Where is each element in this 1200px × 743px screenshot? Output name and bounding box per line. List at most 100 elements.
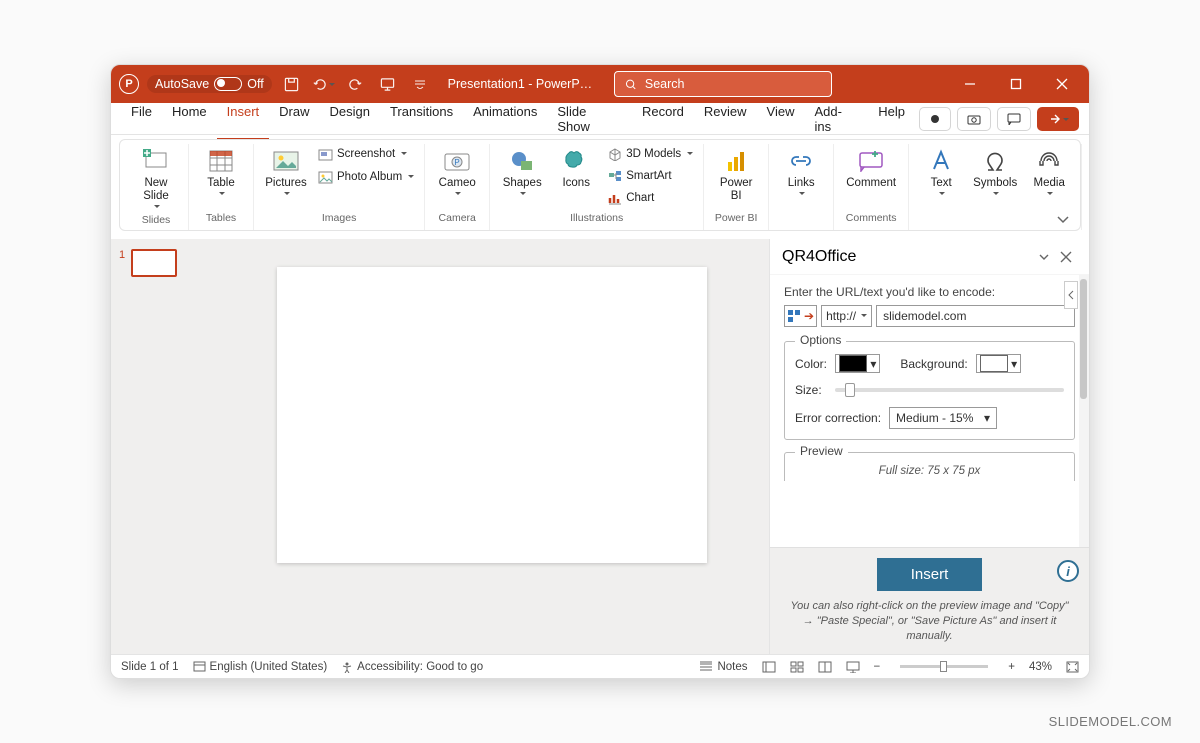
powerbi-icon [725,146,747,176]
tab-view[interactable]: View [757,98,805,140]
ribbon: New Slide Slides Table Tables Pictures [119,139,1081,231]
tab-review[interactable]: Review [694,98,757,140]
size-slider[interactable] [835,388,1064,392]
media-button[interactable]: Media [1023,144,1075,199]
language-status[interactable]: English (United States) [193,661,328,673]
comments-button[interactable] [997,107,1031,131]
normal-view-icon[interactable] [762,661,776,673]
comment-button[interactable]: Comment [840,144,902,192]
thumb-number: 1 [119,249,125,277]
ribbon-group-links: Links [769,144,834,230]
toggle-off-icon [214,77,242,91]
tab-home[interactable]: Home [162,98,217,140]
tab-record[interactable]: Record [632,98,694,140]
zoom-percent[interactable]: 43% [1029,661,1052,673]
tab-slide-show[interactable]: Slide Show [547,98,632,140]
maximize-button[interactable] [997,65,1035,103]
tab-add-ins[interactable]: Add-ins [804,98,868,140]
zoom-slider-handle[interactable] [940,661,947,672]
qr-mode-button[interactable]: ➔ [784,305,817,327]
chart-button[interactable]: Chart [604,188,697,208]
url-input[interactable] [876,305,1075,327]
shapes-button[interactable]: Shapes [496,144,548,199]
comment-icon [858,146,884,176]
ribbon-group-camera: P Cameo Camera [425,144,490,230]
zoom-out-button[interactable]: − [874,661,881,673]
info-icon[interactable]: i [1057,560,1079,582]
pictures-button[interactable]: Pictures [260,144,312,199]
zoom-in-button[interactable]: + [1008,661,1015,673]
new-slide-button[interactable]: New Slide [130,144,182,212]
error-correction-select[interactable]: Medium - 15%▾ [889,407,997,429]
tab-transitions[interactable]: Transitions [380,98,463,140]
sorter-view-icon[interactable] [790,661,804,673]
watermark: SLIDEMODEL.COM [1049,714,1172,729]
links-button[interactable]: Links [775,144,827,199]
fit-window-icon[interactable] [1066,661,1079,673]
ribbon-group-tables: Table Tables [189,144,254,230]
shapes-icon [509,146,535,176]
icons-icon [563,146,589,176]
camera-button[interactable] [957,107,991,131]
ribbon-group-slides: New Slide Slides [124,144,189,230]
background-picker[interactable]: ▾ [976,354,1021,373]
background-label: Background: [900,357,967,371]
undo-icon[interactable] [312,72,336,96]
url-field-label: Enter the URL/text you'd like to encode: [784,285,1075,299]
photo-album-button[interactable]: Photo Album [314,167,418,187]
qat-overflow-icon[interactable] [408,72,432,96]
reading-view-icon[interactable] [818,661,832,673]
options-fieldset: Options Color: ▾ Background: ▾ Size: [784,341,1075,440]
color-swatch-white [980,355,1008,372]
close-button[interactable] [1043,65,1081,103]
cube-icon [608,148,622,161]
pictures-icon [272,146,300,176]
smartart-button[interactable]: SmartArt [604,166,697,186]
search-box[interactable] [614,71,832,97]
search-input[interactable] [645,77,821,91]
powerbi-button[interactable]: Power BI [710,144,762,205]
accessibility-status[interactable]: Accessibility: Good to go [341,661,483,673]
redo-icon[interactable] [344,72,368,96]
thumbnail-pane[interactable]: 1 [111,239,215,654]
symbols-icon [983,146,1007,176]
zoom-slider[interactable] [900,665,988,668]
symbols-button[interactable]: Symbols [969,144,1021,199]
tab-help[interactable]: Help [868,98,915,140]
tab-animations[interactable]: Animations [463,98,547,140]
pane-close-icon[interactable] [1055,251,1077,263]
save-icon[interactable] [280,72,304,96]
text-button[interactable]: Text [915,144,967,199]
tab-file[interactable]: File [121,98,162,140]
slider-handle[interactable] [845,383,855,397]
3d-models-button[interactable]: 3D Models [604,144,697,164]
screenshot-button[interactable]: Screenshot [314,144,418,164]
slide-counter[interactable]: Slide 1 of 1 [121,661,179,673]
status-bar: Slide 1 of 1 English (United States) Acc… [111,654,1089,678]
collapse-tab-icon[interactable] [1064,281,1078,309]
scrollbar[interactable] [1079,275,1089,547]
text-icon [930,146,952,176]
present-icon[interactable] [376,72,400,96]
protocol-select[interactable]: http:// [821,305,872,327]
share-button[interactable] [1037,107,1079,131]
tab-draw[interactable]: Draw [269,98,319,140]
slide-thumbnail-1[interactable] [131,249,177,277]
slideshow-view-icon[interactable] [846,661,860,673]
slide-canvas[interactable] [277,267,707,563]
icons-button[interactable]: Icons [550,144,602,192]
table-button[interactable]: Table [195,144,247,199]
cameo-button[interactable]: P Cameo [431,144,483,199]
color-picker[interactable]: ▾ [835,354,880,373]
tab-design[interactable]: Design [320,98,380,140]
tab-insert[interactable]: Insert [217,98,270,140]
minimize-button[interactable] [951,65,989,103]
insert-button[interactable]: Insert [877,558,983,591]
window-title: Presentation1 - PowerP… [448,77,593,91]
autosave-toggle[interactable]: AutoSave Off [147,75,272,93]
pane-dropdown-icon[interactable] [1033,252,1055,262]
notes-button[interactable]: Notes [699,661,747,673]
ribbon-collapse-icon[interactable] [1056,214,1070,224]
record-button[interactable] [919,107,951,131]
scrollbar-thumb[interactable] [1080,279,1087,399]
